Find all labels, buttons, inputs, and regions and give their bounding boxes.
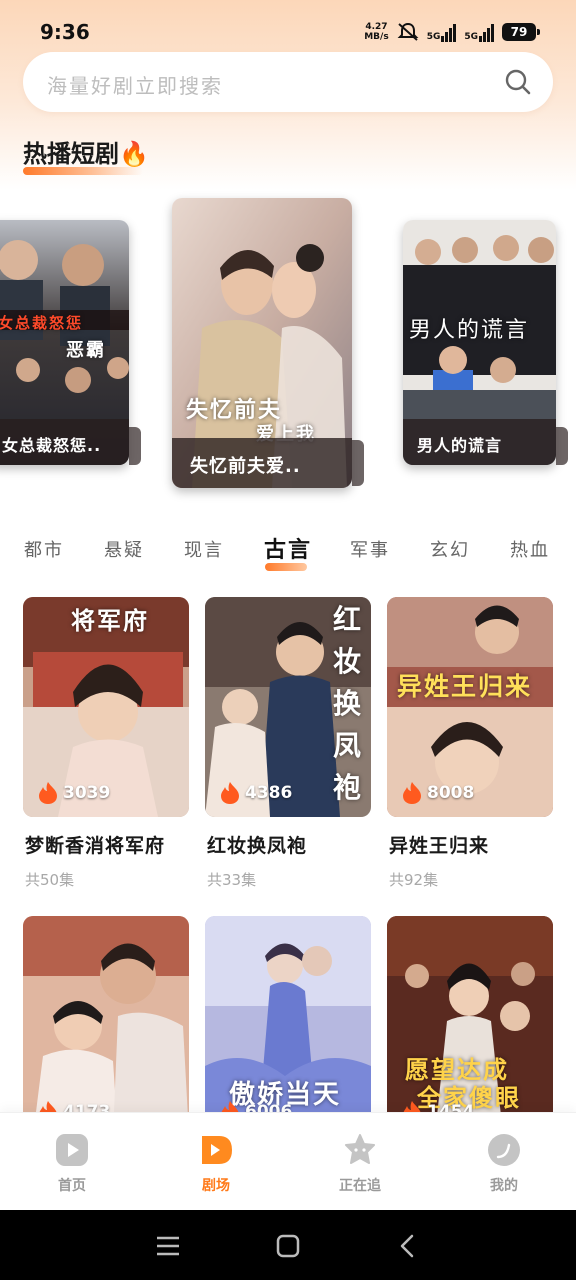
net-speed-value: 4.27 [365,22,388,32]
view-count: 8008 [401,781,474,805]
tab-xianyan[interactable]: 现言 [184,536,224,562]
view-count: 6006 [219,1100,292,1112]
play-icon [56,1134,88,1166]
drama-title[interactable]: 异姓王归来 [389,831,489,858]
search-icon[interactable] [505,69,531,95]
profile-icon [488,1134,520,1166]
view-count-value: 4386 [245,783,293,803]
carousel-card[interactable]: 女总裁怒惩 恶霸 女总裁怒惩.. [0,220,129,465]
signal-1: 5G [427,22,457,42]
battery-indicator: 79 [502,23,540,41]
drama-card[interactable]: 愿望达成 全家傻眼 1454 [387,916,553,1112]
tab-guyan[interactable]: 古言 [264,532,312,564]
drama-thumbnail[interactable]: 4173 [23,916,189,1112]
view-count: 4386 [219,781,292,805]
carousel-card[interactable]: 男人的谎言 男人的谎言 [403,220,556,465]
bottom-nav: 首页 剧场 正在追 我的 [0,1112,576,1210]
drama-title[interactable]: 梦断香消将军府 [25,831,165,858]
nav-theater-label: 剧场 [202,1178,230,1194]
view-count-value: 8008 [427,783,475,803]
drama-thumbnail[interactable]: 傲娇当天 6006 [205,916,371,1112]
tab-xuanhuan[interactable]: 玄幻 [430,536,470,562]
drama-poster-text: 将军府 [71,607,149,635]
net-speed: 4.27 MB/s [364,22,388,42]
episode-count: 共33集 [207,871,257,889]
nav-theater[interactable]: 剧场 [166,1133,266,1195]
status-icons: 4.27 MB/s 5G 5G 79 [364,18,540,46]
fire-icon [39,782,57,804]
tab-rexue[interactable]: 热血 [510,536,550,562]
nav-home-label: 首页 [58,1178,86,1194]
back-icon[interactable] [394,1232,422,1260]
carousel-poster-text: 男人的谎言 [409,318,530,343]
view-count-value: 1454 [427,1102,475,1112]
caption-tab [129,427,141,465]
home-button-icon[interactable] [274,1232,302,1260]
drama-thumbnail[interactable]: 红妆换凤袍 4386 [205,597,371,817]
caption-tab [352,440,364,486]
nav-home[interactable]: 首页 [22,1133,122,1195]
hot-section-title: 热播短剧🔥 [23,140,149,168]
view-count-value: 6006 [245,1102,293,1112]
fire-icon [221,1101,239,1112]
view-count: 3039 [37,781,110,805]
fire-icon [403,782,421,804]
nav-profile[interactable]: 我的 [454,1133,554,1195]
signal-2: 5G [464,22,494,42]
carousel-card-title: 男人的谎言 [403,419,556,465]
drama-card[interactable]: 红妆换凤袍 4386 红妆换凤袍 共33集 [205,597,371,897]
star-icon [345,1134,375,1164]
search-bar[interactable]: 海量好剧立即搜索 [23,52,553,112]
episode-count: 共50集 [25,871,75,889]
drama-card[interactable]: 傲娇当天 6006 [205,916,371,1112]
view-count: 1454 [401,1100,474,1112]
menu-icon[interactable] [154,1232,182,1260]
system-nav-bar [0,1210,576,1280]
view-count: 4173 [37,1100,110,1112]
drama-poster [23,916,189,1112]
status-time: 9:36 [40,20,90,44]
fire-icon [39,1101,57,1112]
drama-thumbnail[interactable]: 将军府 3039 [23,597,189,817]
signal-2-label: 5G [464,32,478,42]
drama-poster-text: 红妆换凤袍 [333,603,364,804]
theater-icon [202,1136,232,1164]
carousel-poster-text: 女总裁怒惩 [0,314,84,332]
tab-junshi[interactable]: 军事 [350,536,390,562]
signal-1-label: 5G [426,32,441,42]
drama-card[interactable]: 将军府 3039 梦断香消将军府 共50集 [23,597,189,897]
episode-count: 共92集 [389,871,439,889]
view-count-value: 3039 [63,783,111,803]
drama-card[interactable]: 异姓王归来 8008 异姓王归来 共92集 [387,597,553,897]
carousel-card-title: 女总裁怒惩.. [0,419,129,465]
drama-thumbnail[interactable]: 愿望达成 全家傻眼 1454 [387,916,553,1112]
drama-title[interactable]: 红妆换凤袍 [207,831,307,858]
tab-dushi[interactable]: 都市 [24,536,64,562]
drama-card[interactable]: 4173 [23,916,189,1112]
view-count-value: 4173 [63,1102,111,1112]
mute-icon [397,22,419,41]
net-speed-unit: MB/s [364,32,389,42]
nav-following-label: 正在追 [339,1178,381,1194]
caption-tab [556,427,568,465]
drama-thumbnail[interactable]: 异姓王归来 8008 [387,597,553,817]
drama-poster-text: 异姓王归来 [397,672,533,701]
nav-following[interactable]: 正在追 [310,1133,410,1195]
carousel-card-title: 失忆前夫爱.. [172,438,352,488]
nav-profile-label: 我的 [490,1178,518,1194]
search-placeholder[interactable]: 海量好剧立即搜索 [47,70,223,99]
tab-xuanyi[interactable]: 悬疑 [104,536,144,562]
carousel-card[interactable]: 失忆前夫 爱上我 失忆前夫爱.. [172,198,352,488]
active-tab-indicator [265,563,307,571]
carousel-poster-subtext: 恶霸 [66,340,106,361]
fire-icon [403,1101,421,1112]
fire-icon [221,782,239,804]
